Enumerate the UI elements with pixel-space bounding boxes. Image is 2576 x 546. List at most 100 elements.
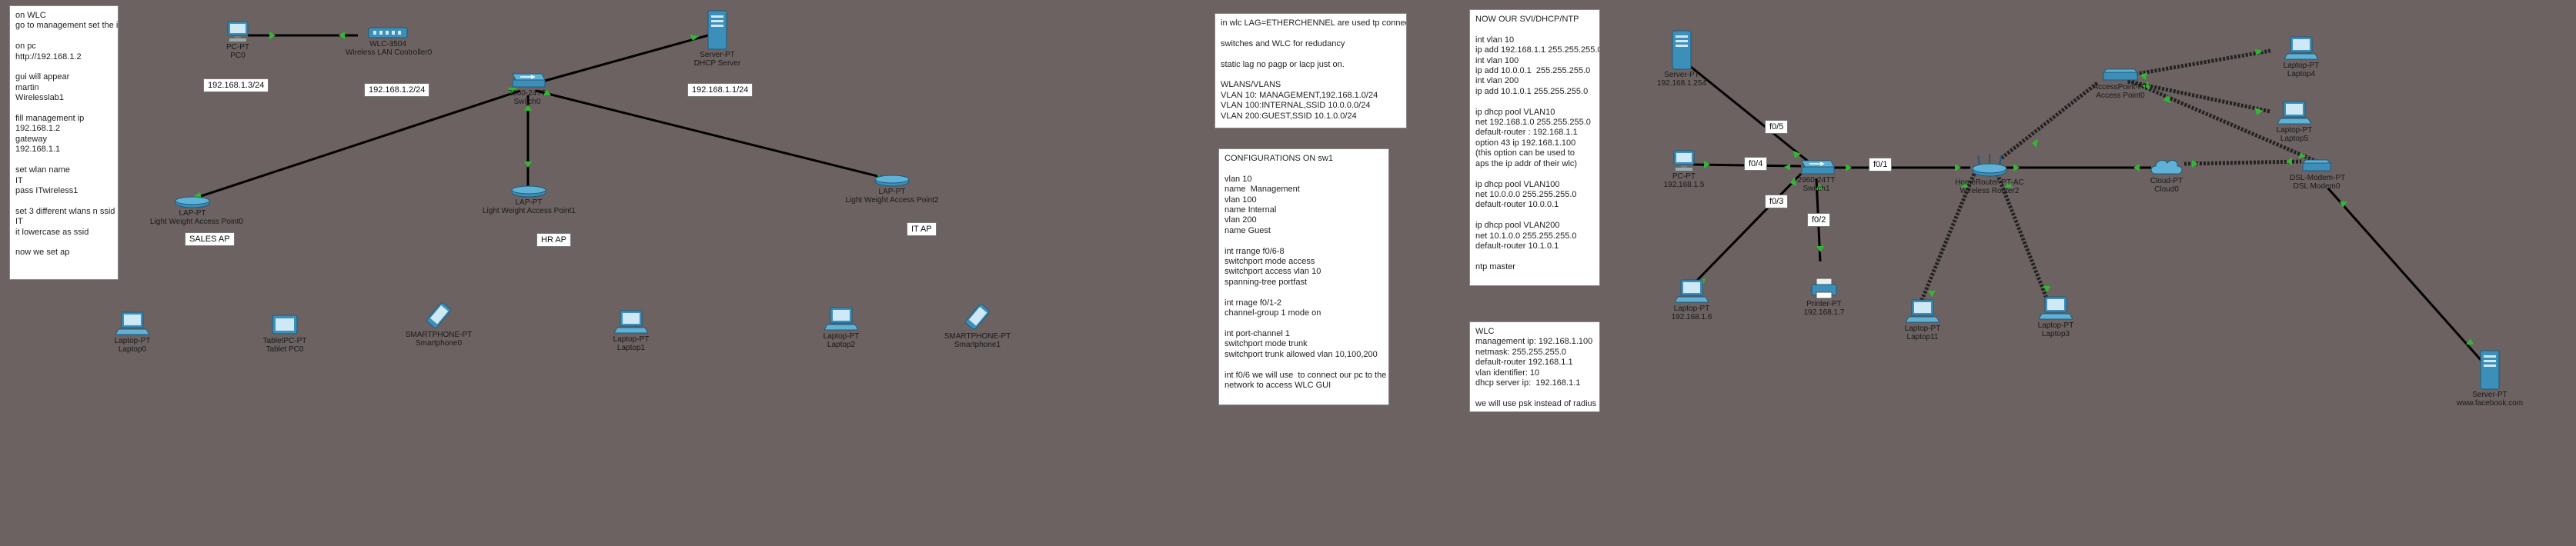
device-name: DHCP Server bbox=[693, 59, 741, 68]
access-point-icon bbox=[2102, 68, 2139, 81]
device-laptop3[interactable]: Laptop-PT Laptop3 bbox=[2033, 295, 2079, 338]
device-model: DSL-Modem-PT bbox=[2290, 174, 2346, 182]
laptop-icon bbox=[2277, 101, 2311, 125]
note-line bbox=[1225, 360, 1383, 370]
device-name: Wireless Router2 bbox=[1960, 187, 2020, 195]
device-laptop-16[interactable]: Laptop-PT 192.168.1.6 bbox=[1665, 278, 1719, 321]
device-lap-ap1[interactable]: LAP-PT Light Weight Access Point1 bbox=[483, 183, 576, 215]
device-name: PC0 bbox=[230, 52, 246, 60]
device-lap-ap0[interactable]: LAP-PT Light Weight Access Point0 bbox=[150, 194, 243, 226]
note-line: option 43 ip 192.168.1.100 bbox=[1475, 138, 1576, 148]
note-line: default-router : 192.168.1.1 bbox=[1475, 128, 1578, 138]
device-model: HomeRouter-PT-AC bbox=[1955, 178, 2024, 187]
note-line: CONFIGURATIONS ON sw1 bbox=[1225, 154, 1333, 163]
note-line: vlan 10 bbox=[1225, 174, 1252, 184]
note-wlc-setup-steps: on WLCgo to management set the ip addres… bbox=[9, 5, 119, 280]
device-name: Tablet PC0 bbox=[266, 345, 304, 354]
note-line: management ip: 192.168.1.100 bbox=[1475, 337, 1593, 347]
device-name: Cloud0 bbox=[2154, 185, 2179, 194]
switch-icon bbox=[1801, 160, 1835, 175]
note-line: go to management set the ip addresses bbox=[15, 21, 119, 31]
note-line: VLAN 200:GUEST,SSID 10.1.0.0/24 bbox=[1221, 111, 1357, 121]
note-line: switchport trunk allowed vlan 10,100,200 bbox=[1225, 349, 1378, 359]
device-switch0[interactable]: 2960-24TT Switch0 bbox=[504, 71, 550, 106]
device-home-router[interactable]: HomeRouter-PT-AC Wireless Router2 bbox=[1955, 152, 2024, 195]
note-line: ip dhcp pool VLAN100 bbox=[1475, 179, 1560, 189]
note-line bbox=[1221, 49, 1401, 59]
device-laptop2[interactable]: Laptop-PT Laptop2 bbox=[818, 306, 864, 349]
device-laptop4[interactable]: Laptop-PT Laptop4 bbox=[2278, 35, 2324, 78]
device-smartphone1[interactable]: SMARTPHONE-PT Smartphone1 bbox=[943, 301, 1012, 349]
device-wlc[interactable]: WLC-3504 Wireless LAN Controller0 bbox=[346, 25, 432, 57]
note-line bbox=[15, 32, 112, 42]
device-lap-ap2[interactable]: LAP-PT Light Weight Access Point2 bbox=[842, 172, 942, 205]
server-icon bbox=[1672, 30, 1692, 70]
note-wlc-summary: WLC management ip: 192.168.1.100 netmask: … bbox=[1469, 321, 1600, 412]
note-line: static lag no pagp or lacp just on. bbox=[1221, 59, 1345, 69]
label-port-f05: f0/5 bbox=[1765, 120, 1789, 134]
device-model: Server-PT bbox=[1664, 71, 1699, 79]
device-model: LAP-PT bbox=[515, 198, 543, 207]
note-svi-dhcp-ntp: NOW OUR SVI/DHCP/NTP int vlan 10 ip add 1… bbox=[1469, 9, 1600, 286]
device-switch1[interactable]: 2960-24TT Switch1 bbox=[1793, 158, 1839, 193]
device-name: Laptop0 bbox=[118, 345, 147, 354]
access-point-icon bbox=[175, 196, 210, 208]
laptop-icon bbox=[2284, 36, 2318, 60]
device-laptop1[interactable]: Laptop-PT Laptop1 bbox=[608, 309, 654, 352]
laptop-icon bbox=[614, 310, 648, 334]
label-hr-ap: HR AP bbox=[536, 233, 572, 247]
note-line: name Internal bbox=[1225, 205, 1277, 215]
note-line: martin bbox=[15, 82, 39, 92]
note-line bbox=[15, 62, 112, 72]
device-model: AccessPoint-PT bbox=[2093, 83, 2148, 92]
note-line: vlan 200 bbox=[1225, 215, 1257, 225]
note-line: gui will appear bbox=[15, 72, 70, 82]
device-name: 192.168.1.254 bbox=[1657, 79, 1706, 88]
device-smartphone0[interactable]: SMARTPHONE-PT Smartphone0 bbox=[404, 300, 473, 348]
device-dhcp-server[interactable]: Server-PT DHCP Server bbox=[690, 9, 744, 68]
note-line: ip dhcp pool VLAN10 bbox=[1475, 107, 1555, 117]
tablet-icon bbox=[272, 315, 298, 335]
note-line: 192.168.1.2 bbox=[15, 124, 61, 134]
device-name: Light Weight Access Point0 bbox=[150, 218, 243, 226]
note-line: int rnage f0/1-2 bbox=[1225, 298, 1281, 308]
device-model: Laptop-PT bbox=[823, 332, 860, 341]
device-access-point0[interactable]: AccessPoint-PT Access Point0 bbox=[2090, 68, 2151, 100]
device-printer[interactable]: Printer-PT 192.168.1.7 bbox=[1797, 277, 1851, 317]
smartphone-icon bbox=[426, 302, 451, 328]
device-pc0[interactable]: PC-PT PC0 bbox=[219, 20, 257, 60]
device-model: Laptop-PT bbox=[1673, 305, 1710, 313]
note-line: vlan 100 bbox=[1225, 195, 1257, 205]
device-server-254[interactable]: Server-PT 192.168.1.254 bbox=[1651, 29, 1712, 88]
device-laptop11[interactable]: Laptop-PT Laptop11 bbox=[1899, 298, 1946, 341]
device-laptop0[interactable]: Laptop-PT Laptop0 bbox=[109, 311, 155, 354]
wlc-icon bbox=[368, 27, 408, 38]
device-dsl-modem[interactable]: DSL-Modem-PT DSL Modem0 bbox=[2290, 158, 2346, 191]
printer-icon bbox=[1811, 278, 1837, 299]
device-cloud[interactable]: Cloud-PT Cloud0 bbox=[2143, 155, 2190, 194]
device-name: Laptop4 bbox=[2287, 70, 2316, 78]
label-it-ap: IT AP bbox=[907, 222, 937, 236]
note-line bbox=[1475, 388, 1594, 398]
note-line: now we set ap bbox=[15, 248, 70, 258]
device-model: SMARTPHONE-PT bbox=[944, 332, 1011, 341]
device-name: Switch1 bbox=[1803, 185, 1830, 193]
cable-switch0-ap0 bbox=[184, 89, 521, 203]
note-line: netmask: 255.255.255.0 bbox=[1475, 347, 1567, 357]
device-laptop5[interactable]: Laptop-PT Laptop5 bbox=[2271, 100, 2317, 143]
note-wlc-lag-vlans: in wlc LAG=ETHERCHENNEL are used tp conn… bbox=[1214, 13, 1407, 128]
note-line: on WLC bbox=[15, 11, 46, 20]
device-tablet0[interactable]: TabletPC-PT Tablet PC0 bbox=[262, 312, 308, 354]
device-pc-15[interactable]: PC-PT 192.168.1.5 bbox=[1657, 149, 1711, 189]
server-icon bbox=[707, 10, 727, 50]
note-line: (this option can be used to bbox=[1475, 148, 1575, 158]
device-model: Laptop-PT bbox=[613, 335, 650, 344]
label-pc0-ip: 192.168.1.3/24 bbox=[203, 78, 269, 92]
device-server-facebook[interactable]: Server-PT www.facebook.com bbox=[2455, 349, 2524, 408]
label-port-f02: f0/2 bbox=[1807, 213, 1831, 227]
cable-switch0-ap2 bbox=[535, 89, 894, 181]
device-name: Laptop1 bbox=[616, 344, 646, 352]
device-name: Laptop5 bbox=[2280, 135, 2309, 143]
label-sales-ap: SALES AP bbox=[185, 232, 235, 246]
access-point-icon bbox=[511, 185, 546, 198]
